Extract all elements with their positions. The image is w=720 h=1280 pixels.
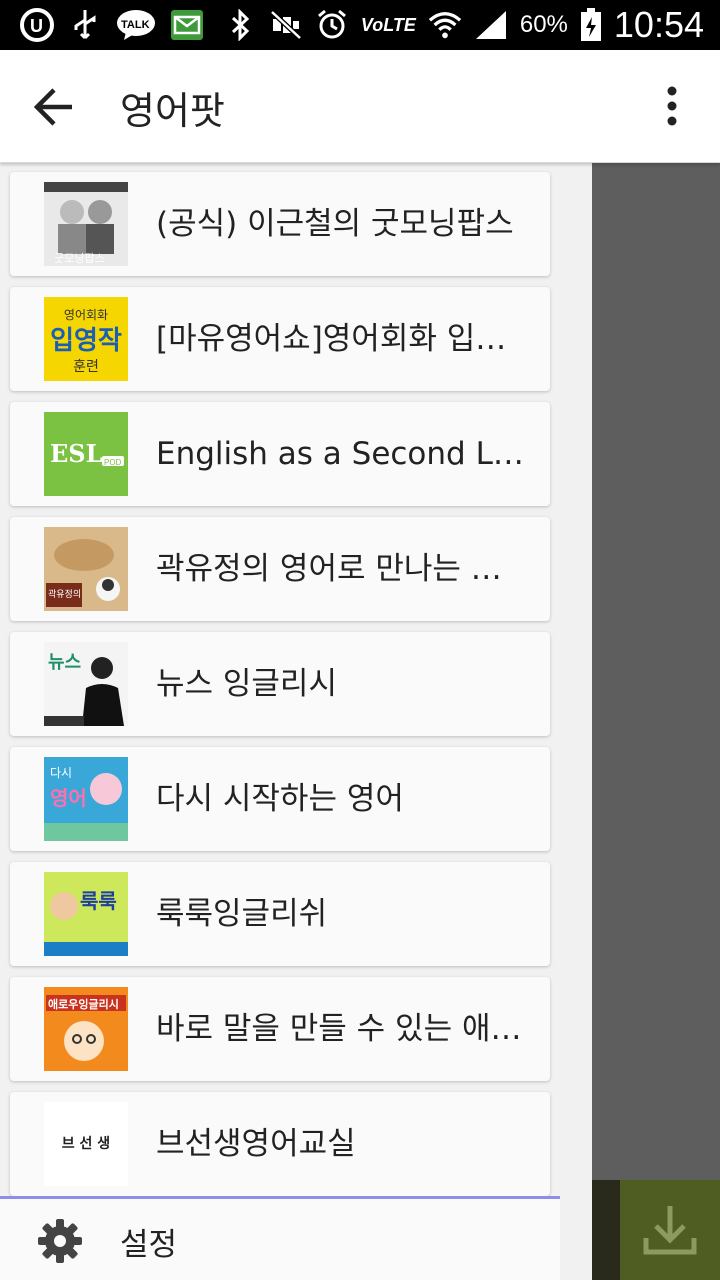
battery-percent: 60% xyxy=(519,11,568,38)
volte-icon: VoLTE xyxy=(360,14,416,35)
u-plus-icon: U xyxy=(20,8,54,42)
list-item[interactable]: 굿모닝팝스 (공식) 이근철의 굿모닝팝스 xyxy=(10,172,550,276)
app-bar: 영어팟 xyxy=(0,50,720,163)
podcast-title: 바로 말을 만들 수 있는 애로우잉글리시 xyxy=(156,1011,526,1047)
alarm-icon xyxy=(315,8,349,42)
navigation-drawer: 굿모닝팝스 (공식) 이근철의 굿모닝팝스 영어회화입영작훈련 [마유영어쇼]영… xyxy=(0,162,592,1280)
clock: 10:54 xyxy=(613,4,704,45)
status-bar: U TALK VoLTE 60% 10:54 xyxy=(0,0,720,50)
podcast-thumbnail: 애로우잉글리시 xyxy=(44,987,128,1071)
list-item[interactable]: 뉴스 뉴스 잉글리시 xyxy=(10,632,550,736)
more-vert-icon xyxy=(667,86,677,126)
list-item[interactable]: 영어회화입영작훈련 [마유영어쇼]영어회화 입영작 훈련 xyxy=(10,287,550,391)
podcast-thumbnail: 브 선 생 xyxy=(44,1102,128,1186)
podcast-title: (공식) 이근철의 굿모닝팝스 xyxy=(156,206,514,242)
list-item[interactable]: 곽유정의 곽유정의 영어로 만나는 고전 xyxy=(10,517,550,621)
mute-icon xyxy=(269,8,303,42)
svg-text:브 선 생: 브 선 생 xyxy=(62,1136,110,1152)
svg-text:뉴스: 뉴스 xyxy=(48,652,81,673)
list-item[interactable]: 룩룩 룩룩잉글리쉬 xyxy=(10,862,550,966)
svg-text:POD: POD xyxy=(104,458,122,467)
podcast-title: 다시 시작하는 영어 xyxy=(156,781,404,817)
list-item[interactable]: 브 선 생 브선생영어교실 xyxy=(10,1092,550,1196)
back-button[interactable] xyxy=(30,82,80,132)
podcast-title: English as a Second Language Podcast xyxy=(156,436,526,472)
svg-text:훈련: 훈련 xyxy=(73,359,99,375)
podcast-title: 곽유정의 영어로 만나는 고전 xyxy=(156,551,526,587)
podcast-thumbnail: 곽유정의 xyxy=(44,527,128,611)
podcast-title: [마유영어쇼]영어회화 입영작 훈련 xyxy=(156,321,526,357)
svg-text:애로우잉글리시: 애로우잉글리시 xyxy=(48,997,119,1011)
svg-text:U: U xyxy=(30,16,43,36)
settings-label: 설정 xyxy=(120,1227,178,1263)
svg-text:룩룩: 룩룩 xyxy=(80,889,117,913)
arrow-left-icon xyxy=(33,88,72,126)
svg-text:영어회화: 영어회화 xyxy=(64,308,108,322)
podcast-thumbnail: 굿모닝팝스 xyxy=(44,182,128,266)
signal-icon xyxy=(474,8,508,42)
podcast-thumbnail: 다시영어 xyxy=(44,757,128,841)
battery-icon xyxy=(580,8,602,42)
podcast-title: 브선생영어교실 xyxy=(156,1126,356,1162)
podcast-thumbnail: 룩룩 xyxy=(44,872,128,956)
message-icon xyxy=(170,8,204,42)
overflow-menu-button[interactable] xyxy=(650,82,694,132)
podcast-title: 룩룩잉글리쉬 xyxy=(156,896,328,932)
usb-icon xyxy=(68,8,102,42)
wifi-icon xyxy=(428,8,462,42)
download-button[interactable] xyxy=(620,1180,720,1280)
settings-item[interactable]: 설정 xyxy=(0,1196,560,1280)
download-icon xyxy=(643,1206,697,1255)
svg-text:ESL: ESL xyxy=(50,439,103,468)
talk-icon: TALK xyxy=(116,8,156,42)
svg-text:굿모닝팝스: 굿모닝팝스 xyxy=(54,252,105,265)
list-item[interactable]: 다시영어 다시 시작하는 영어 xyxy=(10,747,550,851)
svg-text:다시: 다시 xyxy=(50,766,72,780)
podcast-title: 뉴스 잉글리시 xyxy=(156,666,337,702)
svg-text:곽유정의: 곽유정의 xyxy=(48,588,81,600)
podcast-thumbnail: 영어회화입영작훈련 xyxy=(44,297,128,381)
list-item[interactable]: ESLPOD English as a Second Language Podc… xyxy=(10,402,550,506)
svg-text:입영작: 입영작 xyxy=(50,326,122,356)
podcast-thumbnail: ESL POD xyxy=(44,412,128,496)
list-item[interactable]: 애로우잉글리시 바로 말을 만들 수 있는 애로우잉글리시 xyxy=(10,977,550,1081)
svg-text:TALK: TALK xyxy=(121,19,150,31)
gear-icon xyxy=(36,1217,84,1265)
page-title: 영어팟 xyxy=(120,89,225,133)
bluetooth-icon xyxy=(223,8,257,42)
podcast-thumbnail: 뉴스 xyxy=(44,642,128,726)
svg-text:영어: 영어 xyxy=(50,786,87,810)
